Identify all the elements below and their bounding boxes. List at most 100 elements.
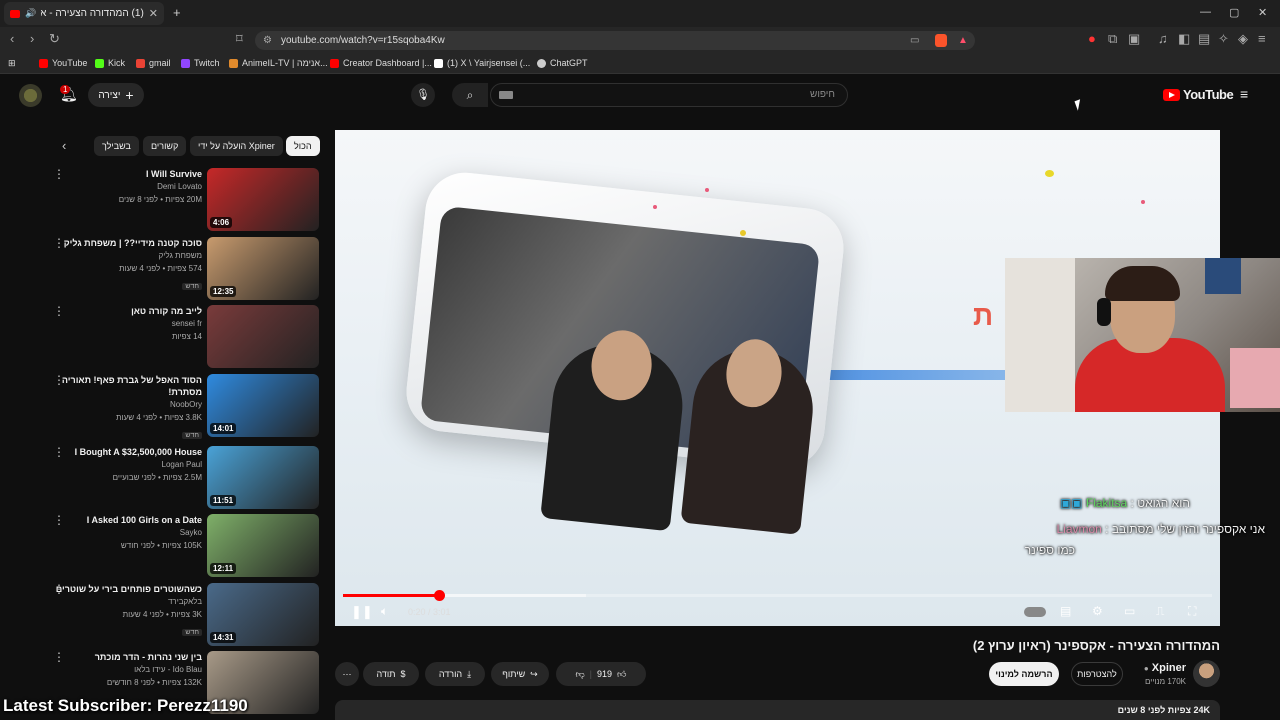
menu-icon[interactable]: ≡ — [1258, 31, 1266, 46]
related-video-item[interactable]: ⋮ סוכה קטנה מידיי?? | משפחת גליק משפחת גלי… — [40, 237, 320, 301]
bookmark-twitch[interactable]: Twitch — [181, 58, 220, 68]
vpn-shield-icon[interactable]: ◈ — [1238, 31, 1248, 47]
extension-box-icon[interactable]: ▣ — [1128, 31, 1140, 47]
pause-icon[interactable]: ❚❚ — [351, 604, 373, 620]
chips-scroll-left-icon[interactable]: ‹ — [62, 138, 66, 153]
minimize-icon[interactable]: — — [1200, 6, 1211, 18]
progress-bar[interactable] — [343, 590, 1212, 601]
video-thumbnail[interactable]: 11:51 — [207, 446, 319, 509]
new-tab-icon[interactable]: + — [173, 5, 181, 20]
back-icon[interactable]: ‹ — [10, 31, 14, 46]
settings-gear-icon[interactable]: ⚙ — [1092, 604, 1103, 618]
video-channel[interactable]: Logan Paul — [42, 458, 202, 471]
video-thumbnail[interactable]: 12:35 — [207, 237, 319, 300]
video-channel[interactable]: Ido Blau - עידו בלאו — [42, 663, 202, 676]
video-title[interactable]: I Bought A $32,500,000 House — [42, 446, 202, 458]
channel-name[interactable]: Xpiner ● — [1122, 662, 1186, 674]
volume-icon[interactable]: 🔈︎ — [381, 604, 388, 619]
bookmark-creator-dashboard[interactable]: Creator Dashboard |... — [330, 58, 432, 68]
subscribe-button[interactable]: הרשמה למינוי — [989, 662, 1059, 686]
video-channel[interactable]: Sayko — [42, 526, 202, 539]
video-thumbnail[interactable]: 14:31 — [207, 583, 319, 646]
search-input[interactable]: חיפוש — [490, 83, 848, 107]
bookmark-youtube[interactable]: YouTube — [39, 58, 87, 68]
video-channel[interactable]: Demi Lovato — [42, 180, 202, 193]
video-title[interactable]: I Will Survive — [42, 168, 202, 180]
sidebar-icon[interactable]: ◧ — [1178, 31, 1190, 47]
url-field[interactable]: ⚙ youtube.com/watch?v=r15sqoba4Kw ▭ ▲ — [255, 31, 975, 50]
speaker-icon[interactable]: 🔊 — [25, 8, 36, 19]
guide-menu-icon[interactable]: ≡ — [1240, 86, 1248, 102]
site-info-icon[interactable]: ⚙ — [263, 31, 272, 50]
video-title[interactable]: סוכה קטנה מידיי?? | משפחת גליק — [42, 237, 202, 249]
maximize-icon[interactable]: ▢ — [1229, 6, 1239, 19]
wallet-icon[interactable]: ▤ — [1198, 31, 1210, 47]
like-icon[interactable]: 👍︎ — [617, 669, 626, 680]
related-video-item[interactable]: ⋮ כשהשוטרים פותחים בירי על שוטרים בלאקבירד… — [40, 583, 320, 647]
search-button[interactable]: ⌕ — [452, 83, 488, 107]
scrubber-knob[interactable] — [433, 590, 445, 601]
extension-record-icon[interactable]: ● — [1088, 31, 1096, 46]
forward-icon[interactable]: › — [30, 31, 34, 46]
video-title[interactable]: בין שני נהרות - הדר מוכתר — [42, 651, 202, 663]
related-video-item[interactable]: ⋮ I Bought A $32,500,000 House Logan Paul 2… — [40, 446, 320, 510]
video-channel[interactable]: משפחת גליק — [42, 249, 202, 262]
close-tab-icon[interactable]: ✕ — [149, 7, 158, 20]
join-button[interactable]: להצטרפות — [1071, 662, 1123, 686]
related-video-item[interactable]: ⋮ לייב מה קורה טאן sensei fr 14 צפיות — [40, 305, 320, 369]
video-channel[interactable]: sensei fr — [42, 317, 202, 330]
browser-tab-active[interactable]: ✕ (1) המהדורה הצעירה - אקספי 🔊 — [4, 2, 164, 25]
channel-avatar[interactable] — [1193, 660, 1220, 687]
description-box[interactable]: 24K צפיות לפני 8 שנים — [335, 700, 1220, 720]
dislike-icon[interactable]: 👎︎ — [576, 669, 585, 680]
video-thumbnail[interactable] — [207, 305, 319, 368]
bookmark-x[interactable]: (1) X \ Yairjsensei (... — [434, 58, 530, 68]
subtitles-icon[interactable]: ▤ — [1060, 604, 1071, 618]
video-title[interactable]: I Asked 100 Girls on a Date — [42, 514, 202, 526]
like-dislike-group: 👎︎ | 919 👍︎ — [556, 662, 646, 686]
video-channel[interactable]: NoobOry — [42, 398, 202, 411]
chip-for-you[interactable]: בשבילך — [94, 136, 139, 156]
bookmark-chatgpt[interactable]: ChatGPT — [537, 58, 588, 68]
video-thumbnail[interactable]: 14:01 — [207, 374, 319, 437]
reload-icon[interactable]: ↻ — [49, 31, 60, 47]
cast-icon[interactable]: ⎍ — [1156, 604, 1164, 619]
thanks-button[interactable]: תודה $ — [363, 662, 419, 686]
avatar[interactable] — [19, 84, 42, 107]
related-video-item[interactable]: ⋮ הסוד האפל של גברת פאף! תאוריה מסתרת! Noo… — [40, 374, 320, 439]
video-channel[interactable]: בלאקבירד — [42, 595, 202, 608]
cast-icon[interactable]: ▭ — [910, 31, 919, 50]
chip-all[interactable]: הכול — [286, 136, 320, 156]
video-thumbnail[interactable]: 12:11 — [207, 514, 319, 577]
video-thumbnail[interactable]: 4:06 — [207, 168, 319, 231]
chip-related[interactable]: קשורים — [143, 136, 187, 156]
bookmark-gmail[interactable]: gmail — [136, 58, 171, 68]
brave-rewards-icon[interactable]: ▲ — [958, 31, 968, 50]
bookmark-animeil[interactable]: AnimeIL-TV | אנימה... — [229, 58, 328, 68]
webcam-headset — [1097, 298, 1111, 326]
share-button[interactable]: שיתוף ↪ — [491, 662, 549, 686]
bookmark-kick[interactable]: Kick — [95, 58, 125, 68]
theater-mode-icon[interactable]: ▭ — [1124, 604, 1135, 618]
autoplay-toggle[interactable] — [1024, 607, 1046, 617]
video-title[interactable]: הסוד האפל של גברת פאף! תאוריה מסתרת! — [42, 374, 202, 398]
create-button[interactable]: יצירה + — [88, 83, 144, 107]
download-button[interactable]: הורדה ⤓ — [425, 662, 485, 686]
bookmark-icon[interactable]: ⌑ — [236, 31, 243, 47]
fullscreen-icon[interactable]: ⛶ — [1188, 604, 1196, 619]
leo-ai-icon[interactable]: ✧ — [1218, 31, 1229, 47]
more-actions-icon[interactable]: ⋯ — [335, 662, 359, 686]
voice-search-icon[interactable]: 🎙︎ — [411, 83, 435, 107]
related-video-item[interactable]: ⋮ I Asked 100 Girls on a Date Sayko 105K צפ… — [40, 514, 320, 578]
extensions-icon[interactable]: ⧉ — [1108, 31, 1117, 47]
youtube-logo[interactable]: YouTube — [1163, 87, 1234, 102]
related-video-item[interactable]: ⋮ I Will Survive Demi Lovato 20M צפיות • לפ… — [40, 168, 320, 232]
close-window-icon[interactable]: ✕ — [1258, 6, 1267, 19]
video-title[interactable]: לייב מה קורה טאן — [42, 305, 202, 317]
media-icon[interactable]: ♫ — [1158, 31, 1168, 46]
chip-uploaded-by[interactable]: הועלה על ידי Xpiner — [190, 136, 283, 156]
keyboard-icon[interactable] — [499, 91, 513, 99]
video-title[interactable]: כשהשוטרים פותחים בירי על שוטרים — [42, 583, 202, 595]
apps-grid-icon[interactable]: ⊞ — [8, 58, 16, 69]
brave-shield-icon[interactable] — [935, 34, 947, 47]
